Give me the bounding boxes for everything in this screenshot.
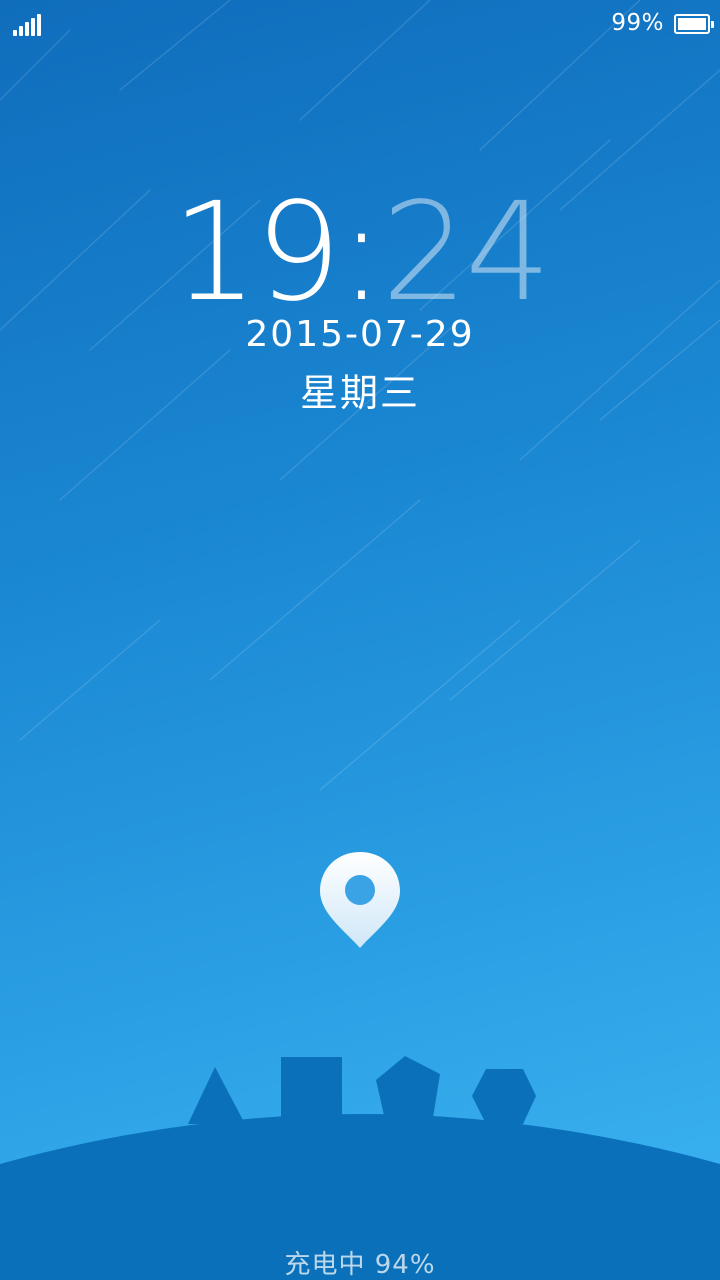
battery-percentage: 99% bbox=[611, 10, 664, 36]
battery-icon bbox=[674, 14, 714, 34]
map-pin-icon[interactable] bbox=[319, 850, 401, 950]
battery-level-fill bbox=[678, 18, 706, 30]
cellular-signal-icon bbox=[13, 14, 43, 36]
lock-clock: 19:24 bbox=[0, 178, 720, 328]
clock-hours: 19 bbox=[171, 174, 342, 332]
status-bar: 99% bbox=[0, 0, 720, 52]
clock-minutes: 24 bbox=[381, 174, 551, 332]
date-label: 2015-07-29 bbox=[245, 314, 475, 355]
lock-screen[interactable]: 99% 19:24 2015-07-29 星期三 充电中 94% bbox=[0, 0, 720, 1280]
weekday-label: 星期三 bbox=[299, 371, 420, 415]
clock-separator: : bbox=[338, 174, 385, 332]
charging-status: 充电中 94% bbox=[284, 1250, 436, 1280]
